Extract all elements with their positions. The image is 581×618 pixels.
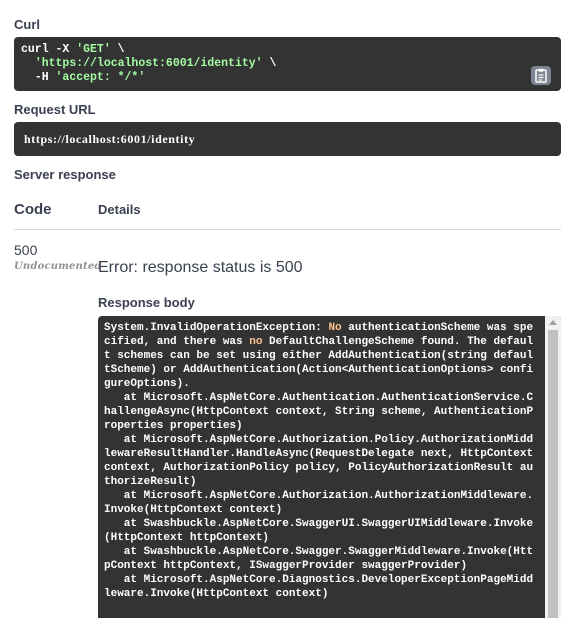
response-body-line: at Swashbuckle.AspNetCore.Swagger.Swagge… (104, 546, 534, 558)
response-scrollbar[interactable] (545, 316, 561, 618)
request-url-block: https://localhost:6001/identity (14, 122, 561, 156)
undocumented-label: Undocumented (14, 261, 102, 272)
request-url-label: Request URL (14, 102, 96, 117)
response-body-line: at Microsoft.AspNetCore.Authentication.A… (104, 392, 534, 404)
clipboard-icon (535, 68, 547, 83)
response-body-line: at Microsoft.AspNetCore.Diagnostics.Deve… (104, 574, 534, 586)
response-body-line: at Swashbuckle.AspNetCore.SwaggerUI.Swag… (104, 518, 534, 530)
response-body-line: roperties properties) (104, 420, 243, 432)
body-text: authenticationScheme was spe (341, 322, 534, 334)
body-lines: t schemes can be set using either AddAut… (104, 350, 533, 600)
curl-header-flag: -H (21, 71, 56, 84)
curl-continuation: \ (262, 57, 277, 70)
response-body-line: at Microsoft.AspNetCore.Authorization.Po… (104, 434, 534, 446)
scroll-up-arrow-icon[interactable] (549, 320, 557, 325)
status-code: 500 (14, 242, 38, 258)
body-text: DefaultChallengeScheme found. The defaul (262, 336, 534, 348)
response-body-line: t schemes can be set using either AddAut… (104, 350, 534, 362)
curl-command: curl -X (21, 43, 77, 56)
response-body-line: (HttpContext httpContext) (104, 532, 270, 544)
exception-type: System.InvalidOperationException: (104, 322, 322, 334)
response-body-text: System.InvalidOperationException: No aut… (104, 321, 536, 601)
response-body-line: gureOptions). (104, 378, 190, 390)
curl-continuation: \ (110, 43, 125, 56)
curl-line-1: curl -X 'GET' \ (21, 43, 554, 57)
response-body-line: hallengeAsync(HttpContext context, Strin… (104, 406, 534, 418)
response-body-line: context, AuthorizationPolicy policy, Pol… (104, 462, 534, 474)
response-body-line: thorizeResult) (104, 476, 197, 488)
body-text: cified, and there was (104, 336, 250, 348)
response-body-line: tScheme) or AddAuthentication(Action<Aut… (104, 364, 534, 376)
response-body-line: Invoke(HttpContext context) (104, 504, 283, 516)
response-body-label: Response body (98, 295, 195, 310)
curl-method: 'GET' (76, 43, 111, 56)
copy-to-clipboard-button[interactable] (531, 66, 551, 85)
response-body-line: lewareResultHandler.HandleAsync(RequestD… (104, 448, 534, 460)
response-body-line: leware.Invoke(HttpContext context) (104, 588, 329, 600)
curl-label: Curl (14, 17, 40, 32)
error-message: Error: response status is 500 (98, 259, 303, 276)
curl-line-3: -H 'accept: */*' (21, 71, 554, 85)
details-column-header: Details (98, 202, 141, 217)
curl-indent (21, 57, 35, 70)
response-body-line: at Microsoft.AspNetCore.Authorization.Au… (104, 490, 534, 502)
curl-header: 'accept: */*' (55, 71, 146, 84)
server-response-label: Server response (14, 167, 116, 182)
code-column-header: Code (14, 201, 52, 218)
curl-line-2: 'https://localhost:6001/identity' \ (21, 57, 554, 71)
keyword-no: no (249, 336, 263, 348)
curl-code-block: curl -X 'GET' \ 'https://localhost:6001/… (14, 37, 561, 91)
header-divider (14, 229, 561, 230)
response-body-line: pContext httpContext, ISwaggerProvider s… (104, 560, 468, 572)
curl-url: 'https://localhost:6001/identity' (34, 57, 263, 70)
keyword-no: No (328, 322, 342, 334)
scroll-thumb[interactable] (548, 330, 558, 618)
response-body-block[interactable]: System.InvalidOperationException: No aut… (98, 316, 561, 618)
